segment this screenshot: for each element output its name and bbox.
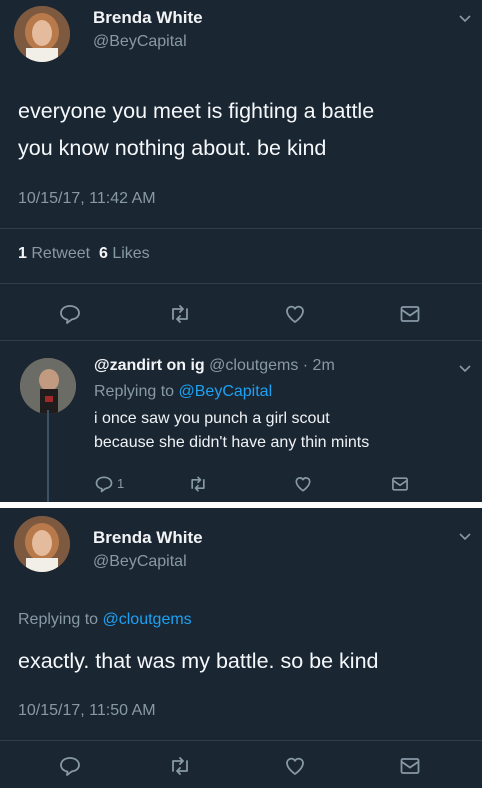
reply-avatar[interactable]: [20, 358, 76, 414]
tweet-panel-top: Brenda White @BeyCapital everyone you me…: [0, 0, 482, 502]
chevron-down-icon[interactable]: [457, 360, 473, 376]
like-icon: [286, 757, 304, 775]
tweet-timestamp[interactable]: 10/15/17, 11:50 AM: [18, 702, 156, 720]
retweet-count[interactable]: 1: [18, 245, 27, 262]
like-icon: [295, 477, 311, 492]
tweet-timestamp[interactable]: 10/15/17, 11:42 AM: [18, 190, 156, 208]
chevron-down-icon[interactable]: [457, 528, 473, 544]
like-count[interactable]: 6: [99, 245, 108, 262]
reply-author[interactable]: @zandirt on ig @cloutgems · 2m: [94, 357, 335, 375]
like-label[interactable]: Likes: [112, 245, 149, 262]
author-name[interactable]: Brenda White: [93, 528, 203, 548]
dm-button[interactable]: [390, 474, 410, 494]
reply-button[interactable]: [94, 474, 114, 494]
avatar[interactable]: [14, 6, 70, 62]
replying-to-line: Replying to @BeyCapital: [94, 383, 272, 401]
retweet-label[interactable]: Retweet: [31, 245, 90, 262]
like-button[interactable]: [283, 302, 307, 326]
dm-button[interactable]: [398, 754, 422, 778]
reply-icon: [60, 757, 80, 776]
reply-button[interactable]: [58, 302, 82, 326]
tweet-text-line-1: everyone you meet is fighting a battle: [18, 99, 375, 123]
divider: [0, 340, 482, 341]
like-icon: [286, 305, 304, 323]
tweet-stats: 1 Retweet 6 Likes: [18, 245, 150, 263]
reply-author-handle[interactable]: @cloutgems: [209, 357, 298, 374]
reply-count: 1: [117, 476, 125, 491]
reply-text-line-1: i once saw you punch a girl scout: [94, 410, 330, 427]
replying-prefix: Replying to: [94, 383, 175, 400]
divider: [0, 740, 482, 741]
author-handle[interactable]: @BeyCapital: [93, 33, 187, 51]
replying-prefix: Replying to: [18, 611, 99, 628]
dm-icon: [400, 758, 420, 774]
dm-icon: [400, 306, 420, 322]
author-handle[interactable]: @BeyCapital: [93, 553, 187, 571]
retweet-icon: [172, 757, 188, 775]
reply-time[interactable]: · 2m: [303, 357, 335, 374]
reply-icon: [60, 305, 80, 324]
replying-to-line: Replying to @cloutgems: [18, 611, 192, 629]
retweet-button[interactable]: [168, 302, 192, 326]
reply-text-line-2: because she didn't have any thin mints: [94, 434, 370, 451]
author-name[interactable]: Brenda White: [93, 8, 203, 28]
retweet-button[interactable]: [188, 474, 208, 494]
dm-icon: [392, 477, 408, 491]
reply-button[interactable]: [58, 754, 82, 778]
tweet-panel-bottom: Brenda White @BeyCapital Replying to @cl…: [0, 508, 482, 788]
tweet-text-line-2: you know nothing about. be kind: [18, 136, 327, 160]
avatar[interactable]: [14, 516, 70, 572]
like-button[interactable]: [283, 754, 307, 778]
retweet-icon: [191, 476, 205, 492]
divider: [0, 283, 482, 284]
tweet-text: exactly. that was my battle. so be kind: [18, 649, 379, 673]
chevron-down-icon[interactable]: [457, 10, 473, 26]
dm-button[interactable]: [398, 302, 422, 326]
like-button[interactable]: [293, 474, 313, 494]
reply-author-name[interactable]: @zandirt on ig: [94, 357, 205, 374]
reply-icon: [95, 476, 113, 493]
retweet-icon: [172, 305, 188, 323]
thread-line: [47, 410, 49, 502]
divider: [0, 228, 482, 229]
replying-to-link[interactable]: @BeyCapital: [179, 383, 273, 400]
replying-to-link[interactable]: @cloutgems: [103, 611, 192, 628]
retweet-button[interactable]: [168, 754, 192, 778]
